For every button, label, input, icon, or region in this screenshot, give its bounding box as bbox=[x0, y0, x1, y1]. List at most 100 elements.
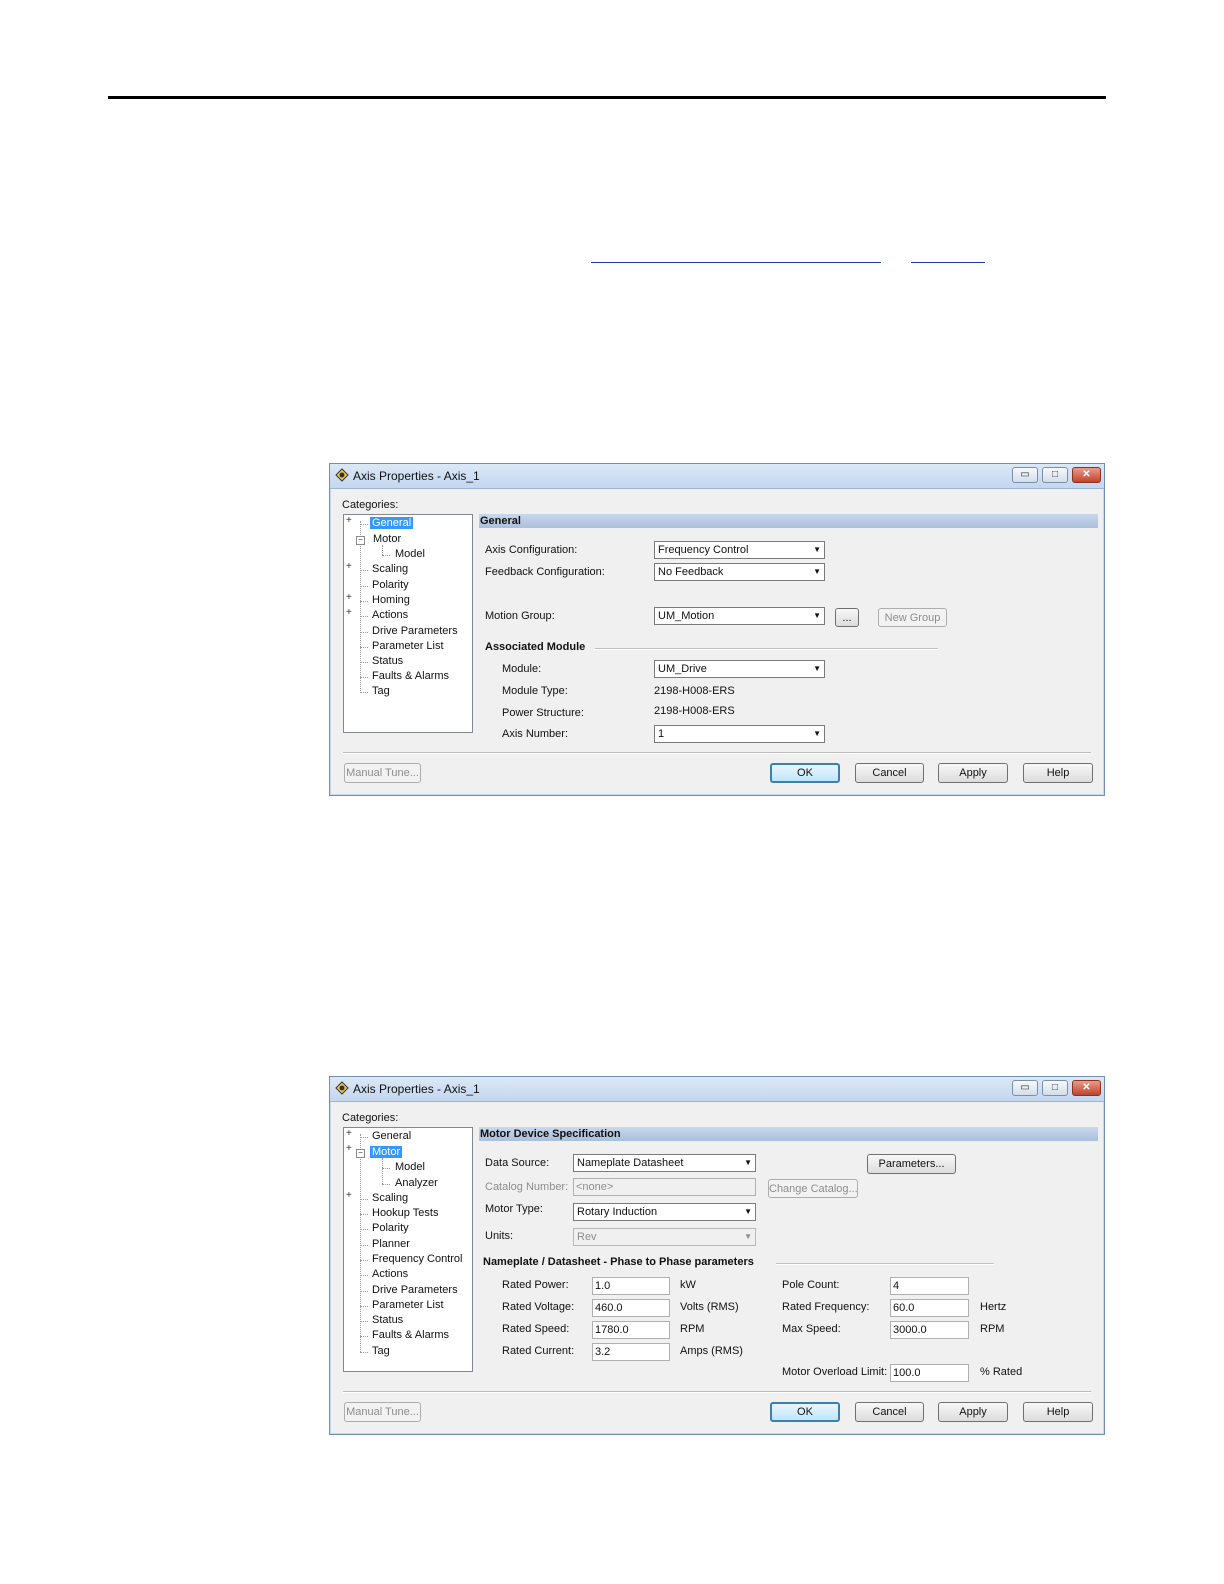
axis-number-label: Axis Number: bbox=[502, 728, 569, 740]
expand-plus-icon[interactable]: + bbox=[346, 515, 352, 526]
tree-item-polarity[interactable]: Polarity bbox=[372, 1222, 409, 1234]
tree-item-actions[interactable]: Actions bbox=[372, 609, 408, 621]
parameters-button[interactable]: Parameters... bbox=[867, 1154, 956, 1174]
motion-group-browse-button[interactable]: ... bbox=[835, 608, 859, 627]
hyperlink-underline[interactable] bbox=[591, 262, 881, 263]
group-divider bbox=[595, 648, 938, 650]
tree-item-parameter-list[interactable]: Parameter List bbox=[372, 1299, 444, 1311]
tree-item-motor[interactable]: Motor bbox=[373, 533, 401, 545]
rated-power-unit: kW bbox=[680, 1279, 696, 1291]
close-icon[interactable]: ✕ bbox=[1072, 1080, 1101, 1096]
tree-item-polarity[interactable]: Polarity bbox=[372, 579, 409, 591]
hyperlink-underline[interactable] bbox=[911, 262, 985, 263]
motor-overload-limit-field[interactable]: 100.0 bbox=[890, 1364, 969, 1382]
module-label: Module: bbox=[502, 663, 542, 675]
minimize-icon[interactable]: ▭ bbox=[1012, 1080, 1038, 1096]
section-header: General bbox=[479, 514, 1098, 528]
rated-voltage-field[interactable]: 460.0 bbox=[592, 1299, 670, 1317]
button-row-separator bbox=[343, 752, 1091, 754]
dropdown-arrow-icon: ▼ bbox=[813, 664, 821, 673]
motion-group-label: Motion Group: bbox=[485, 610, 555, 622]
tree-item-analyzer[interactable]: Analyzer bbox=[395, 1177, 438, 1189]
manual-tune-button[interactable]: Manual Tune... bbox=[344, 763, 421, 783]
tree-item-planner[interactable]: Planner bbox=[372, 1238, 410, 1250]
collapse-minus-icon[interactable]: − bbox=[356, 536, 365, 545]
tree-item-drive-parameters[interactable]: Drive Parameters bbox=[372, 1284, 458, 1296]
axis-properties-dialog-motor: Axis Properties - Axis_1 ▭ □ ✕ Categorie… bbox=[329, 1076, 1105, 1435]
rated-frequency-field[interactable]: 60.0 bbox=[890, 1299, 969, 1317]
tree-item-tag[interactable]: Tag bbox=[372, 685, 390, 697]
cancel-button[interactable]: Cancel bbox=[855, 1402, 924, 1422]
tree-item-status[interactable]: Status bbox=[372, 1314, 403, 1326]
categories-label: Categories: bbox=[342, 1112, 399, 1124]
tree-item-scaling[interactable]: Scaling bbox=[372, 1192, 408, 1204]
axis-properties-dialog-general: Axis Properties - Axis_1 ▭ □ ✕ Categorie… bbox=[329, 463, 1105, 796]
max-speed-field[interactable]: 3000.0 bbox=[890, 1321, 969, 1339]
categories-tree[interactable]: + General − Motor Model + Scaling Polari… bbox=[343, 514, 473, 733]
dropdown-arrow-icon: ▼ bbox=[744, 1158, 752, 1167]
tree-item-drive-parameters[interactable]: Drive Parameters bbox=[372, 625, 458, 637]
title-bar[interactable]: Axis Properties - Axis_1 ▭ □ ✕ bbox=[330, 464, 1104, 489]
ok-button[interactable]: OK bbox=[770, 763, 840, 783]
apply-button[interactable]: Apply bbox=[938, 1402, 1008, 1422]
motion-group-dropdown[interactable]: UM_Motion ▼ bbox=[654, 607, 825, 625]
motor-overload-limit-unit: % Rated bbox=[980, 1366, 1023, 1378]
expand-plus-icon[interactable]: + bbox=[346, 607, 352, 618]
help-button[interactable]: Help bbox=[1023, 1402, 1093, 1422]
tree-item-model[interactable]: Model bbox=[395, 548, 425, 560]
axis-number-dropdown[interactable]: 1 ▼ bbox=[654, 725, 825, 743]
dropdown-arrow-icon: ▼ bbox=[813, 729, 821, 738]
collapse-minus-icon[interactable]: − bbox=[356, 1149, 365, 1158]
catalog-number-field[interactable]: <none> bbox=[573, 1178, 756, 1196]
title-bar[interactable]: Axis Properties - Axis_1 ▭ □ ✕ bbox=[330, 1077, 1104, 1102]
maximize-icon[interactable]: □ bbox=[1042, 467, 1068, 483]
rated-speed-label: Rated Speed: bbox=[502, 1323, 570, 1335]
tree-item-model[interactable]: Model bbox=[395, 1161, 425, 1173]
module-type-value: 2198-H008-ERS bbox=[654, 685, 735, 697]
manual-tune-button[interactable]: Manual Tune... bbox=[344, 1402, 421, 1422]
tree-item-status[interactable]: Status bbox=[372, 655, 403, 667]
power-structure-value: 2198-H008-ERS bbox=[654, 705, 735, 717]
tree-item-hookup-tests[interactable]: Hookup Tests bbox=[372, 1207, 438, 1219]
feedback-configuration-label: Feedback Configuration: bbox=[485, 566, 605, 578]
new-group-button[interactable]: New Group bbox=[878, 608, 947, 627]
axis-configuration-dropdown[interactable]: Frequency Control ▼ bbox=[654, 541, 825, 559]
pole-count-field[interactable]: 4 bbox=[890, 1277, 969, 1295]
categories-tree[interactable]: + General + − Motor Model Analyzer + Sca… bbox=[343, 1127, 473, 1372]
minimize-icon[interactable]: ▭ bbox=[1012, 467, 1038, 483]
expand-plus-icon[interactable]: + bbox=[346, 1190, 352, 1201]
motor-type-dropdown[interactable]: Rotary Induction ▼ bbox=[573, 1203, 756, 1221]
rated-current-field[interactable]: 3.2 bbox=[592, 1343, 670, 1361]
apply-button[interactable]: Apply bbox=[938, 763, 1008, 783]
tree-item-faults-alarms[interactable]: Faults & Alarms bbox=[372, 1329, 449, 1341]
tree-item-tag[interactable]: Tag bbox=[372, 1345, 390, 1357]
help-button[interactable]: Help bbox=[1023, 763, 1093, 783]
close-icon[interactable]: ✕ bbox=[1072, 467, 1101, 483]
change-catalog-button[interactable]: Change Catalog... bbox=[768, 1179, 858, 1198]
tree-item-scaling[interactable]: Scaling bbox=[372, 563, 408, 575]
module-dropdown[interactable]: UM_Drive ▼ bbox=[654, 660, 825, 678]
tree-item-general[interactable]: General bbox=[370, 517, 414, 529]
maximize-icon[interactable]: □ bbox=[1042, 1080, 1068, 1096]
window-title: Axis Properties - Axis_1 bbox=[353, 1082, 480, 1096]
expand-plus-icon[interactable]: + bbox=[346, 592, 352, 603]
feedback-configuration-dropdown[interactable]: No Feedback ▼ bbox=[654, 563, 825, 581]
dropdown-arrow-icon: ▼ bbox=[813, 567, 821, 576]
units-dropdown[interactable]: Rev ▼ bbox=[573, 1228, 756, 1246]
tree-item-parameter-list[interactable]: Parameter List bbox=[372, 640, 444, 652]
ok-button[interactable]: OK bbox=[770, 1402, 840, 1422]
expand-plus-icon[interactable]: + bbox=[346, 1143, 352, 1154]
rated-speed-field[interactable]: 1780.0 bbox=[592, 1321, 670, 1339]
tree-item-motor[interactable]: Motor bbox=[370, 1146, 403, 1158]
expand-plus-icon[interactable]: + bbox=[346, 1128, 352, 1139]
tree-item-faults-alarms[interactable]: Faults & Alarms bbox=[372, 670, 449, 682]
tree-item-frequency-control[interactable]: Frequency Control bbox=[372, 1253, 463, 1265]
expand-plus-icon[interactable]: + bbox=[346, 561, 352, 572]
units-label: Units: bbox=[485, 1230, 514, 1242]
data-source-dropdown[interactable]: Nameplate Datasheet ▼ bbox=[573, 1154, 756, 1172]
tree-item-general[interactable]: General bbox=[372, 1130, 411, 1142]
cancel-button[interactable]: Cancel bbox=[855, 763, 924, 783]
tree-item-homing[interactable]: Homing bbox=[372, 594, 410, 606]
rated-power-field[interactable]: 1.0 bbox=[592, 1277, 670, 1295]
tree-item-actions[interactable]: Actions bbox=[372, 1268, 408, 1280]
